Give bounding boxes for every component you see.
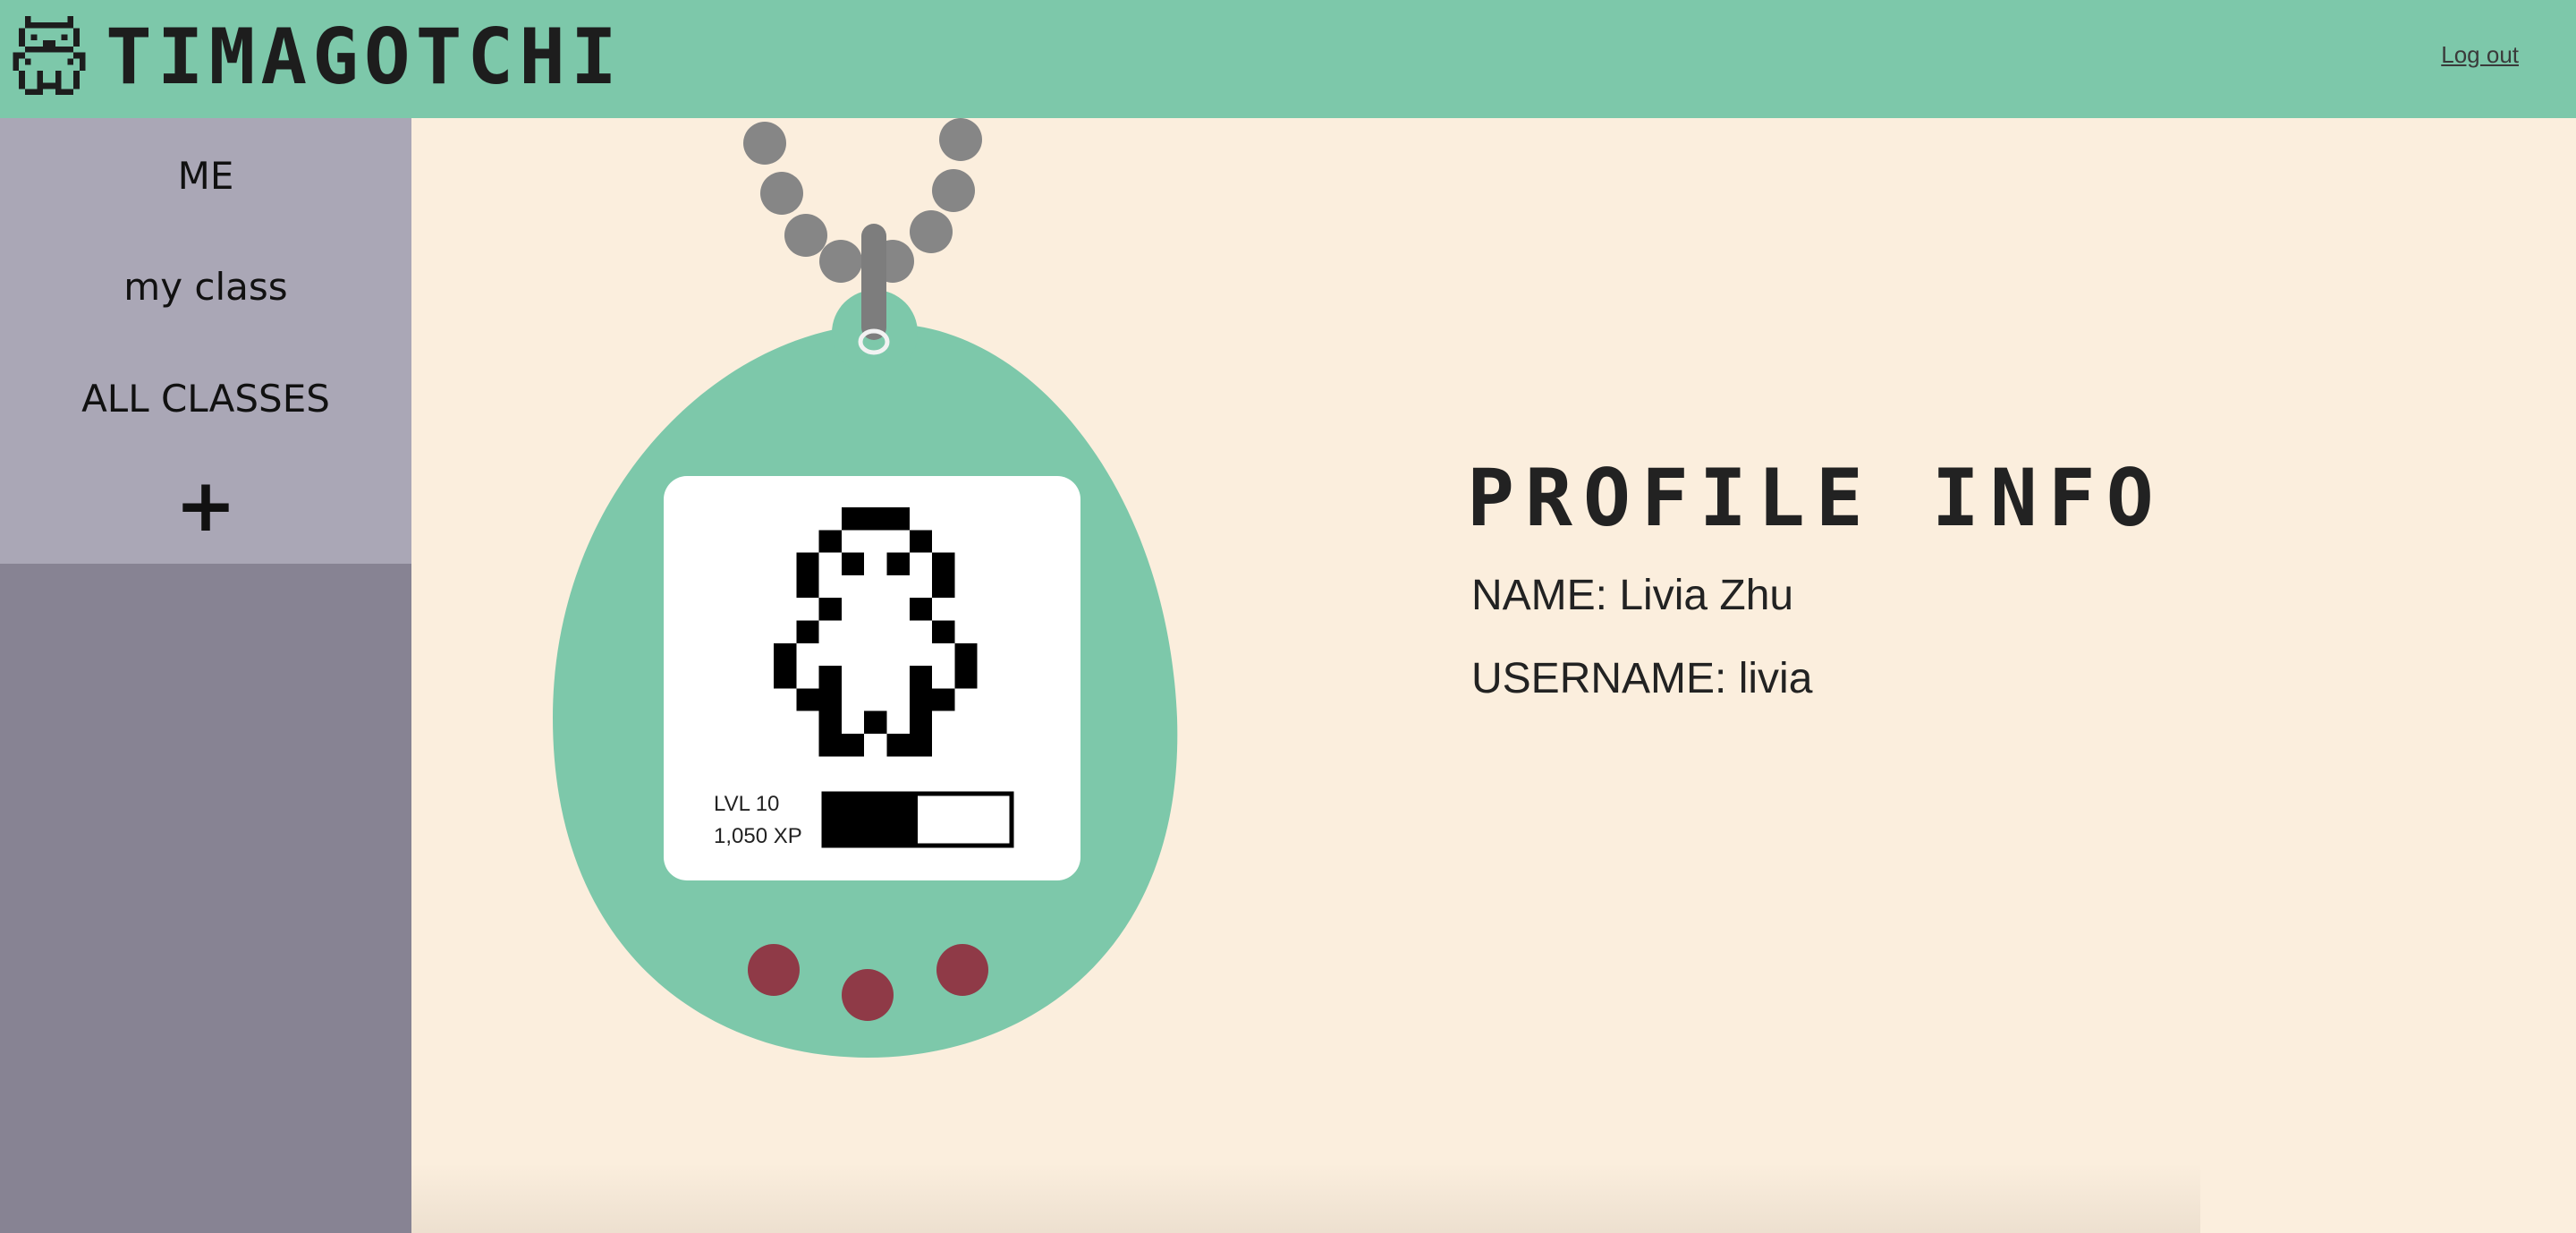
xp-label: 1,050 XP [714,824,802,848]
app-title: TIMAGOTCHI [106,13,623,102]
pixel-creature-icon [13,16,86,96]
xp-progress-fill [824,794,918,846]
profile-username: USERNAME: livia [1471,655,1813,702]
profile-title: PROFILE INFO [1467,452,2165,544]
sidebar-empty-area [0,564,411,1233]
top-bar: TIMAGOTCHI Log out [0,0,2576,118]
sidebar-item-my-class[interactable]: my class [0,265,411,309]
chain-connector [861,224,886,340]
device-right-button[interactable] [936,944,988,996]
device-left-button[interactable] [748,944,800,996]
sidebar-item-me[interactable]: ME [0,154,411,198]
add-class-button[interactable]: + [0,463,411,548]
sidebar-nav: ME my class ALL CLASSES + [0,118,411,564]
logout-link[interactable]: Log out [2441,41,2519,69]
bottom-shadow [411,1163,2200,1233]
profile-name: NAME: Livia Zhu [1471,572,1794,619]
tamagotchi-device: LVL 10 1,050 XP [553,118,1178,1058]
level-label: LVL 10 [714,792,779,816]
device-middle-button[interactable] [842,969,894,1021]
sidebar-item-all-classes[interactable]: ALL CLASSES [0,377,411,421]
